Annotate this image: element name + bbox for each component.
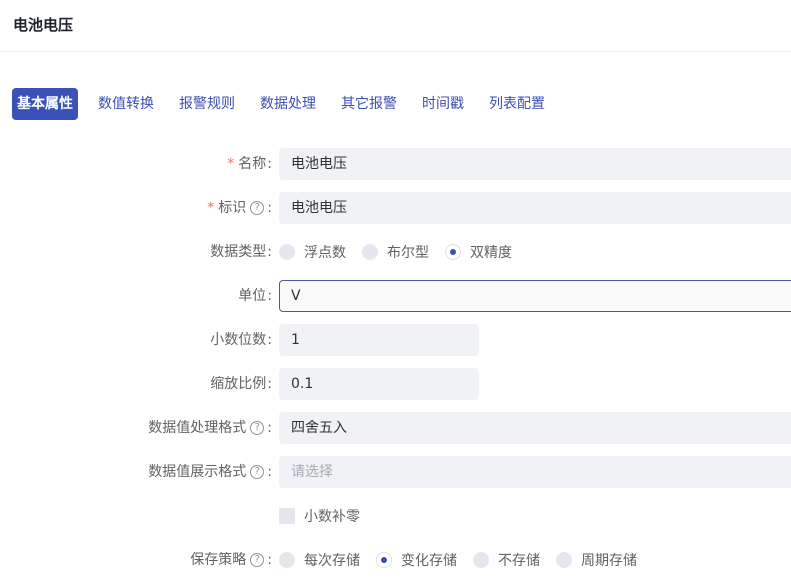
help-icon[interactable]: ? bbox=[250, 465, 265, 479]
scale-input[interactable]: 0.1 bbox=[279, 368, 479, 400]
form-row-decimals: 小数位数 : 1 bbox=[0, 324, 791, 356]
page-title: 电池电压 bbox=[13, 16, 74, 34]
help-icon[interactable]: ? bbox=[250, 553, 265, 567]
data-type-radio-group: 浮点数 布尔型 双精度 bbox=[279, 236, 528, 268]
tab-basic-properties[interactable]: 基本属性 bbox=[12, 88, 78, 120]
form-row-data-type: 数据类型 : 浮点数 布尔型 双精度 bbox=[0, 236, 791, 268]
radio-dot bbox=[473, 552, 489, 568]
radio-dot bbox=[376, 552, 392, 568]
form-row-name: * 名称 : 电池电压 bbox=[0, 148, 791, 180]
data-type-label: 数据类型 : bbox=[210, 244, 272, 260]
tab-bar: 基本属性 数值转换 报警规则 数据处理 其它报警 时间戳 列表配置 bbox=[12, 88, 566, 120]
save-strategy-label: 保存策略 ? : bbox=[190, 552, 272, 568]
pad-zero-checkbox[interactable]: 小数补零 bbox=[279, 500, 360, 532]
form-row-scale: 缩放比例 : 0.1 bbox=[0, 368, 791, 400]
save-strategy-radio-group: 每次存储 变化存储 不存储 周期存储 bbox=[279, 544, 653, 576]
identifier-input[interactable]: 电池电压 bbox=[279, 192, 791, 224]
radio-no-save[interactable]: 不存储 bbox=[473, 550, 540, 570]
help-icon[interactable]: ? bbox=[250, 421, 265, 435]
tab-value-conversion[interactable]: 数值转换 bbox=[94, 88, 158, 120]
checkbox-box bbox=[279, 508, 295, 524]
decimals-input[interactable]: 1 bbox=[279, 324, 479, 356]
form-row-save-strategy: 保存策略 ? : 每次存储 变化存储 不存储 周期存储 bbox=[0, 544, 791, 576]
tab-alarm-rules[interactable]: 报警规则 bbox=[175, 88, 239, 120]
help-icon[interactable]: ? bbox=[250, 201, 265, 215]
processing-format-select[interactable]: 四舍五入 bbox=[279, 412, 791, 444]
tab-data-processing[interactable]: 数据处理 bbox=[256, 88, 320, 120]
page-header: 电池电压 bbox=[0, 0, 791, 52]
radio-save-periodic[interactable]: 周期存储 bbox=[556, 550, 637, 570]
identifier-label: * 标识 ? : bbox=[207, 192, 272, 224]
radio-dot bbox=[279, 244, 295, 260]
processing-format-label: 数据值处理格式 ? : bbox=[148, 420, 272, 436]
radio-save-on-change[interactable]: 变化存储 bbox=[376, 550, 457, 570]
tab-list-config[interactable]: 列表配置 bbox=[485, 88, 549, 120]
radio-dot bbox=[279, 552, 295, 568]
required-mark: * bbox=[227, 156, 235, 172]
display-format-label: 数据值展示格式 ? : bbox=[148, 464, 272, 480]
form-row-identifier: * 标识 ? : 电池电压 bbox=[0, 192, 791, 224]
name-label: * 名称 : bbox=[227, 148, 272, 180]
form-row-pad-zero: 小数补零 bbox=[0, 500, 791, 532]
required-mark: * bbox=[207, 200, 215, 216]
unit-label: 单位 : bbox=[238, 288, 272, 304]
name-input[interactable]: 电池电压 bbox=[279, 148, 791, 180]
unit-input[interactable]: V bbox=[279, 280, 791, 312]
radio-double[interactable]: 双精度 bbox=[445, 242, 512, 262]
radio-float[interactable]: 浮点数 bbox=[279, 242, 346, 262]
scale-label: 缩放比例 : bbox=[210, 376, 272, 392]
radio-dot bbox=[556, 552, 572, 568]
form-row-processing-format: 数据值处理格式 ? : 四舍五入 bbox=[0, 412, 791, 444]
form-row-unit: 单位 : V bbox=[0, 280, 791, 312]
tab-timestamp[interactable]: 时间戳 bbox=[418, 88, 468, 120]
decimals-label: 小数位数 : bbox=[210, 332, 272, 348]
radio-dot bbox=[445, 244, 461, 260]
radio-save-every-time[interactable]: 每次存储 bbox=[279, 550, 360, 570]
form-row-display-format: 数据值展示格式 ? : 请选择 bbox=[0, 456, 791, 488]
radio-boolean[interactable]: 布尔型 bbox=[362, 242, 429, 262]
tab-other-alarms[interactable]: 其它报警 bbox=[337, 88, 401, 120]
display-format-select[interactable]: 请选择 bbox=[279, 456, 791, 488]
radio-dot bbox=[362, 244, 378, 260]
